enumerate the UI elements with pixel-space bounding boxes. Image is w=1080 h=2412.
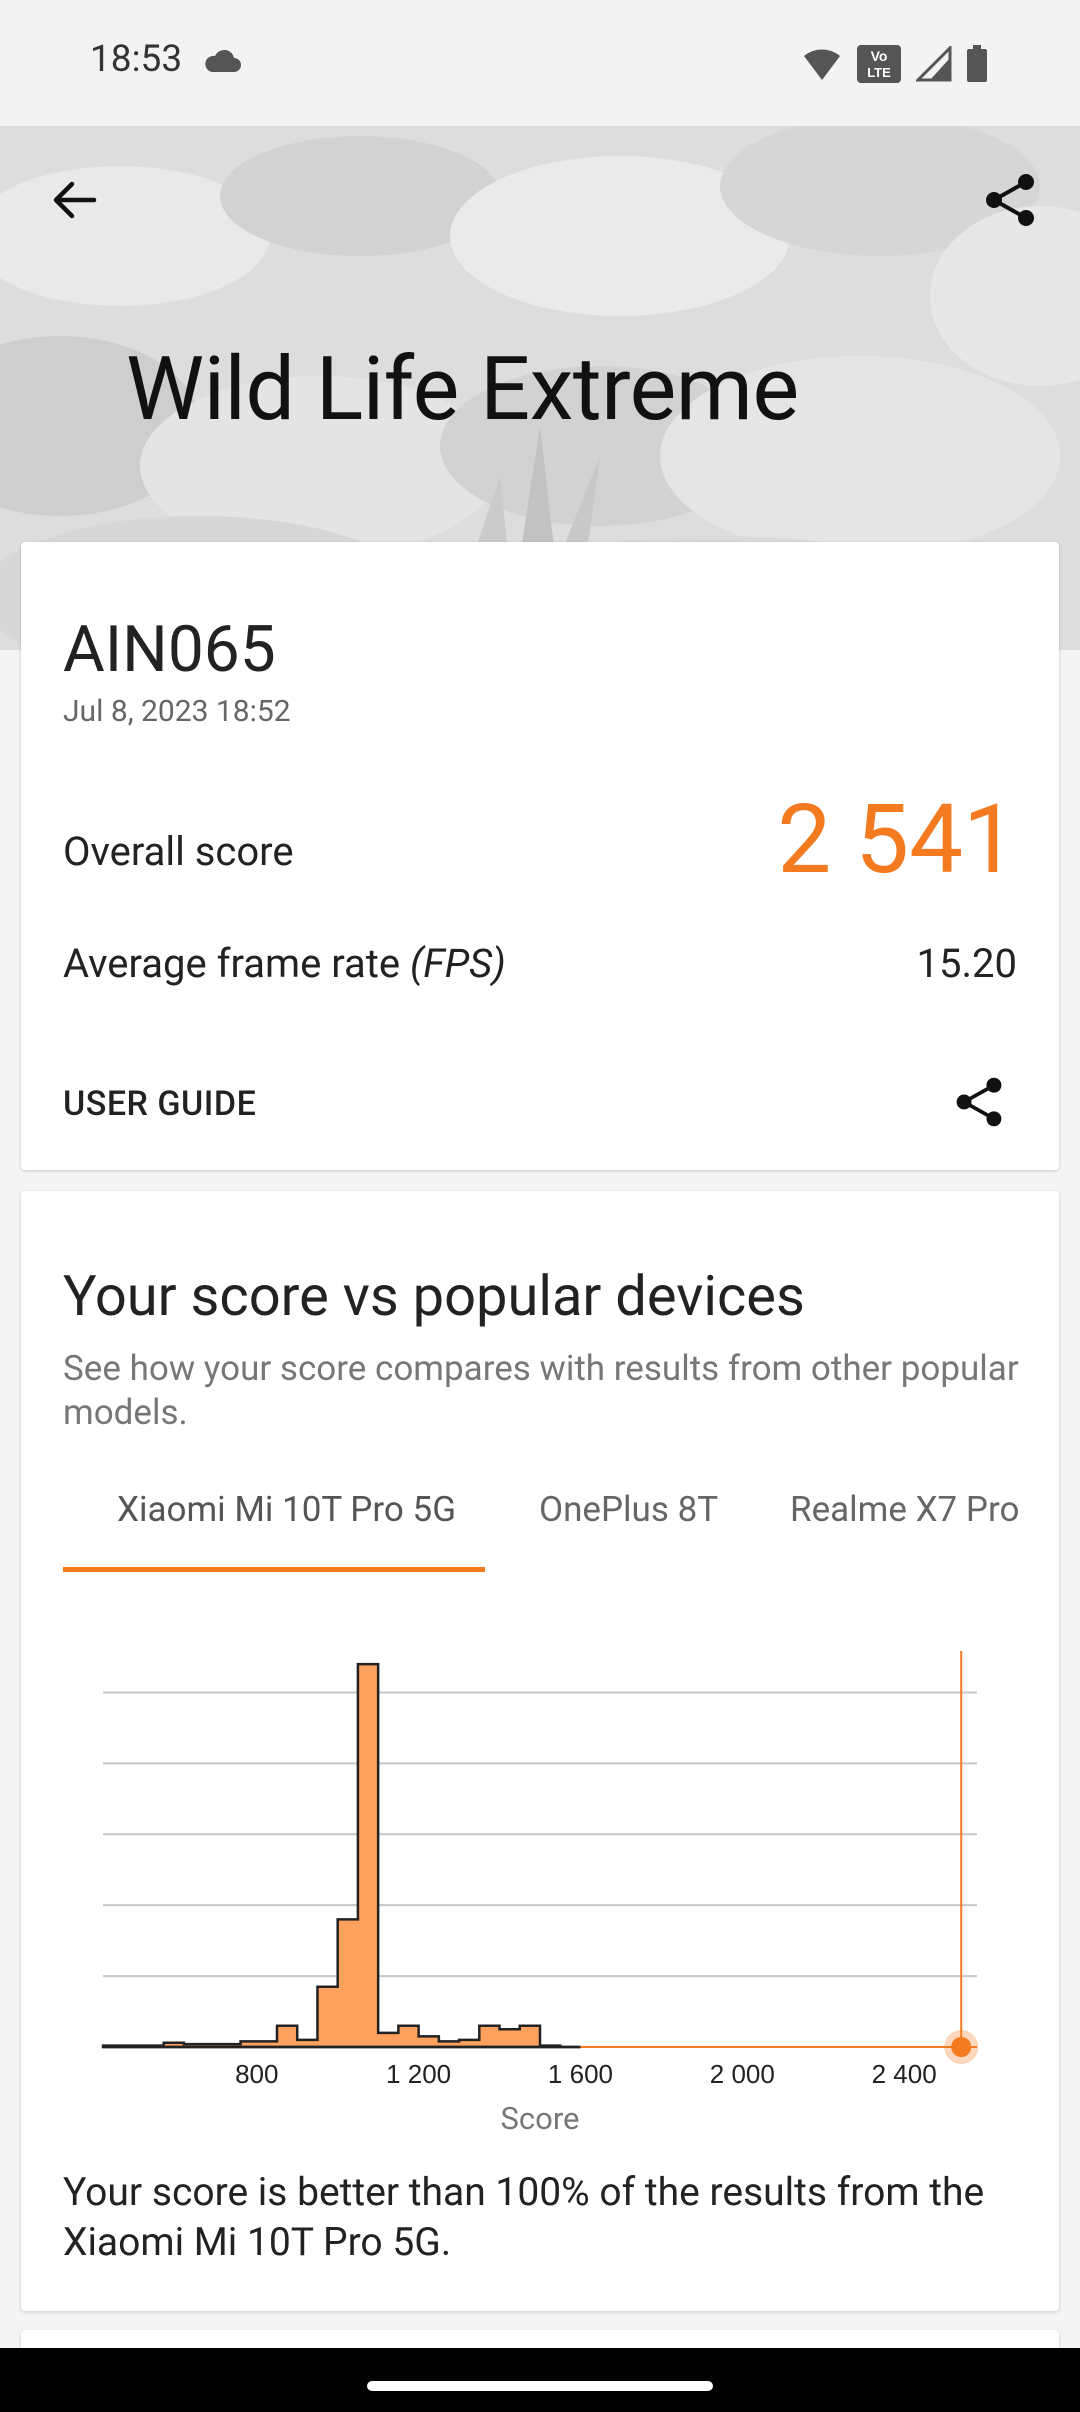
fps-label-text: Average frame rate <box>63 940 410 987</box>
device-tabs: Xiaomi Mi 10T Pro 5G OnePlus 8T Realme X… <box>63 1489 1059 1579</box>
status-bar: 18:53 Vo LTE <box>0 0 1080 126</box>
comparison-result-text: Your score is better than 100% of the re… <box>63 2169 985 2265</box>
svg-text:LTE: LTE <box>867 65 891 80</box>
x-tick-label: 800 <box>235 2059 278 2089</box>
back-arrow-icon[interactable] <box>48 174 100 226</box>
your-score-marker <box>951 2037 972 2057</box>
result-card: AIN065 Jul 8, 2023 18:52 Overall score 2… <box>21 542 1059 1170</box>
x-axis-title: Score <box>500 2100 580 2137</box>
fps-value: 15.20 <box>916 940 1017 987</box>
result-date: Jul 8, 2023 18:52 <box>63 694 291 729</box>
user-guide-button[interactable]: USER GUIDE <box>63 1084 256 1124</box>
home-gesture-handle[interactable] <box>367 2381 713 2391</box>
status-time: 18:53 <box>90 38 183 81</box>
x-tick-label: 2 000 <box>710 2059 775 2089</box>
tab-oneplus-8t[interactable]: OnePlus 8T <box>539 1489 718 1530</box>
fps-unit: (FPS) <box>409 940 506 987</box>
x-tick-label: 1 600 <box>548 2059 613 2089</box>
x-tick-label: 2 400 <box>872 2059 937 2089</box>
navigation-bar <box>0 2348 1080 2412</box>
comparison-card: Your score vs popular devices See how yo… <box>21 1191 1059 2311</box>
cloud-icon <box>205 49 241 72</box>
x-tick-label: 1 200 <box>386 2059 451 2089</box>
comparison-subtitle: See how your score compares with results… <box>63 1348 1019 1433</box>
status-icons: Vo LTE <box>802 42 988 86</box>
battery-icon <box>967 45 987 82</box>
page-title: Wild Life Extreme <box>126 338 799 441</box>
svg-text:Vo: Vo <box>871 48 888 64</box>
overall-score-label: Overall score <box>63 828 294 875</box>
score-histogram-chart: 800 1 200 1 600 2 000 2 400 <box>101 1651 979 2089</box>
histogram-area <box>101 1662 581 2049</box>
fps-label: Average frame rate (FPS) <box>63 940 506 987</box>
share-icon[interactable] <box>980 170 1040 230</box>
wifi-icon <box>804 49 840 80</box>
signal-icon <box>916 46 952 82</box>
share-result-icon[interactable] <box>951 1074 1007 1130</box>
volte-icon: Vo LTE <box>857 45 901 83</box>
overall-score-value: 2 541 <box>777 784 1017 896</box>
active-tab-indicator <box>63 1567 485 1572</box>
tab-realme-x7-pro[interactable]: Realme X7 Pro <box>790 1489 1019 1530</box>
device-name: AIN065 <box>63 612 276 687</box>
comparison-title: Your score vs popular devices <box>63 1263 805 1329</box>
tab-xiaomi-mi-10t-pro-5g[interactable]: Xiaomi Mi 10T Pro 5G <box>117 1489 456 1530</box>
